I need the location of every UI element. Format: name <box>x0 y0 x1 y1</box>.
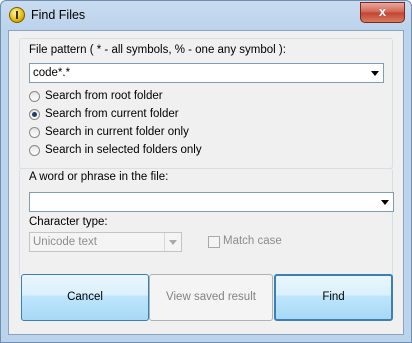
radio-label: Search in selected folders only <box>45 144 202 156</box>
file-pattern-combo[interactable]: code*.* <box>29 63 384 83</box>
character-type-value: Unicode text <box>33 236 97 248</box>
app-info-icon <box>9 7 25 23</box>
find-button[interactable]: Find <box>274 274 393 321</box>
radio-button[interactable] <box>29 145 40 156</box>
view-saved-result-button[interactable]: View saved result <box>149 274 273 321</box>
chevron-down-icon[interactable] <box>381 200 389 205</box>
phrase-label: A word or phrase in the file: <box>29 171 169 183</box>
file-pattern-value: code*.* <box>33 67 71 79</box>
character-type-label: Character type: <box>29 216 108 228</box>
radio-label: Search from current folder <box>45 108 179 120</box>
find-files-dialog: Find Files x File pattern ( * - all symb… <box>0 0 412 343</box>
radio-button[interactable] <box>29 91 40 102</box>
chevron-down-icon[interactable] <box>164 233 181 251</box>
character-type-combo[interactable]: Unicode text <box>29 232 182 252</box>
radio-label: Search from root folder <box>45 90 163 102</box>
dialog-body: File pattern ( * - all symbols, % - one … <box>8 30 404 335</box>
file-pattern-label: File pattern ( * - all symbols, % - one … <box>29 44 286 56</box>
window-title: Find Files <box>31 8 86 22</box>
radio-button[interactable] <box>29 109 40 120</box>
close-button[interactable]: x <box>360 2 405 23</box>
radio-label: Search in current folder only <box>45 126 189 138</box>
phrase-combo[interactable] <box>29 192 394 212</box>
match-case-label: Match case <box>223 235 282 247</box>
title-bar[interactable]: Find Files x <box>1 1 411 31</box>
match-case-checkbox[interactable] <box>208 236 220 248</box>
chevron-down-icon[interactable] <box>371 71 379 76</box>
cancel-button[interactable]: Cancel <box>21 274 149 321</box>
radio-button[interactable] <box>29 127 40 138</box>
